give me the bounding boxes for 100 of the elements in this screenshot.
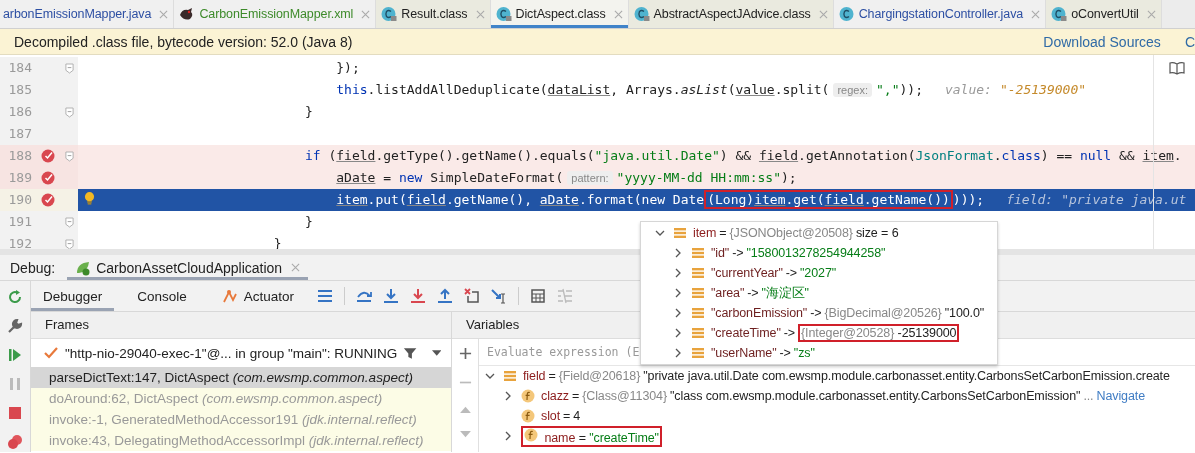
separator: = (563, 409, 571, 423)
calculator-icon[interactable] (530, 288, 547, 304)
separator: -> (783, 326, 795, 340)
stack-frame[interactable]: parseDictText:147, DictAspect (com.ewsmp.common.aspect) (31, 367, 451, 388)
variable-value: "createTime" (589, 430, 659, 445)
list-icon (691, 286, 705, 300)
resume-icon[interactable] (7, 347, 23, 363)
step-into-icon[interactable] (383, 288, 400, 304)
code-text: .listAddAllDeduplicate( (367, 82, 548, 97)
separator: -> (747, 286, 759, 300)
breakpoint-icon[interactable] (41, 171, 55, 185)
class-name: JsonFormat (915, 148, 994, 163)
banner-link[interactable]: C (1184, 33, 1195, 50)
line-number: 185 (7, 81, 32, 99)
drop-frame-icon[interactable] (464, 288, 481, 304)
variable-value: "private java.util.Date com.ewsmp.module.carbonasset.entity.CarbonsSetCarbonEmission.create (643, 369, 1170, 383)
list-icon (691, 246, 705, 260)
editor-tab[interactable]: arbonEmissionMapper.java (0, 0, 175, 28)
variable-name: field (406, 192, 446, 207)
chevron-right-icon[interactable] (503, 431, 513, 441)
add-icon[interactable] (458, 347, 472, 360)
debugger-tab[interactable]: Debugger (31, 281, 115, 311)
keyword: null (1079, 148, 1112, 163)
locked-class-icon (1051, 6, 1068, 22)
chevron-right-icon[interactable] (673, 248, 683, 258)
variable-name: "id" (711, 246, 730, 260)
book-icon[interactable] (1169, 61, 1185, 75)
code-text: )); (899, 82, 923, 97)
caret-icon[interactable] (431, 350, 441, 356)
variable-name: field (523, 369, 546, 383)
variable-name: "createTime" (711, 326, 781, 340)
chevron-down-icon[interactable] (485, 371, 495, 381)
debugger-tab[interactable]: Console (125, 281, 199, 311)
editor-tab[interactable]: ChargingstationController.java (833, 0, 1047, 28)
editor-tab[interactable]: Result.class (376, 0, 491, 28)
wrench-icon[interactable] (7, 318, 23, 334)
chevron-right-icon[interactable] (673, 288, 683, 298)
breakpoint-icon[interactable] (41, 193, 55, 207)
line-number: 187 (7, 125, 32, 143)
variable-name: item (693, 226, 717, 240)
fold-icon[interactable] (65, 238, 74, 249)
list-icon (691, 346, 705, 360)
fold-icon[interactable] (65, 216, 74, 228)
line-number: 192 (7, 235, 32, 249)
chevron-right-icon[interactable] (673, 348, 683, 358)
editor-tab[interactable]: AbstractAspectJAdvice.class (628, 0, 834, 28)
type-label: {Class@11304} (582, 389, 667, 403)
breakpoint-icon[interactable] (41, 149, 55, 163)
variable-value: "海淀区" (761, 284, 809, 302)
chevron-right-icon[interactable] (673, 308, 683, 318)
fold-icon[interactable] (65, 106, 74, 118)
breakpoints-icon[interactable] (7, 434, 23, 450)
editor-tab[interactable]: CarbonEmissionMapper.xml (174, 0, 377, 28)
variable-name: field (336, 148, 376, 163)
rerun-icon[interactable] (7, 289, 23, 305)
variable-name: item (336, 192, 368, 207)
code-text: .getName()) (863, 192, 950, 207)
variable-name: field (758, 148, 799, 163)
code-text: . (993, 148, 1002, 163)
run-to-cursor-icon[interactable] (491, 288, 508, 304)
variable-name: "currentYear" (711, 266, 783, 280)
variable-name: dataList (547, 82, 611, 97)
parameter-hint: regex: (833, 83, 872, 97)
field-icon (521, 409, 535, 423)
code-text: .getType().getName().equals( (375, 148, 595, 163)
banner-link[interactable]: Download Sources (1043, 33, 1161, 50)
line-number: 190 (7, 191, 32, 209)
keyword: this (336, 82, 368, 97)
debugger-tab[interactable]: Actuator (209, 281, 307, 311)
navigate-link[interactable]: Navigate (1096, 389, 1146, 403)
code-text: } (304, 214, 313, 229)
chevron-down-icon[interactable] (655, 228, 665, 238)
fold-icon[interactable] (65, 150, 74, 162)
code-text: (Long) (707, 192, 755, 207)
type-label: {JSONObject@20508} (729, 226, 853, 240)
chevron-right-icon[interactable] (503, 391, 513, 401)
banner-message: Decompiled .class file, bytecode version: 52.0 (Java 8) (14, 33, 353, 50)
filter-icon[interactable] (403, 345, 418, 361)
variable-name: name (544, 430, 576, 445)
variable-name: item (754, 192, 786, 207)
force-step-into-icon[interactable] (410, 288, 427, 304)
fold-icon[interactable] (65, 62, 74, 74)
step-out-icon[interactable] (437, 288, 454, 304)
code-text: .getAnnotation( (798, 148, 916, 163)
panel-title: Frames (31, 312, 451, 339)
string-literal: "," (876, 82, 900, 97)
code-text: SimpleDateFormat( (429, 170, 564, 185)
code-text: ) == (1040, 148, 1074, 163)
line-number: 188 (7, 147, 32, 165)
editor-tab[interactable]: DictAspect.class (490, 0, 629, 28)
separator: -> (732, 246, 744, 260)
chevron-right-icon[interactable] (673, 328, 683, 338)
chevron-right-icon[interactable] (673, 268, 683, 278)
variable-name: aDate (539, 192, 579, 207)
thread-dropdown[interactable]: "http-nio-29040-exec-1"@... in group "main": RUNNING (31, 339, 451, 367)
stop-icon[interactable] (7, 405, 23, 421)
menu-icon[interactable] (317, 288, 334, 304)
lightbulb-icon[interactable] (84, 191, 95, 206)
editor-tab[interactable]: oConvertUtil (1046, 0, 1162, 28)
session-tab[interactable]: CarbonAssetCloudApplication (67, 255, 309, 280)
